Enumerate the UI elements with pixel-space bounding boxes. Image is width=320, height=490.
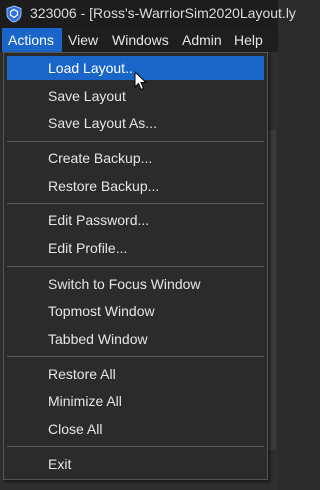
menu-item-edit-password[interactable]: Edit Password...: [7, 208, 264, 232]
menu-item-label: Create Backup...: [48, 150, 153, 166]
menu-separator: [7, 446, 264, 447]
menu-item-label: Minimize All: [48, 393, 122, 409]
menu-item-restore-backup[interactable]: Restore Backup...: [7, 174, 264, 198]
menu-item-close-all[interactable]: Close All: [7, 417, 264, 441]
menu-bar: Actions View Windows Admin Help: [0, 28, 278, 52]
menu-item-label: Save Layout: [48, 88, 126, 104]
menu-separator: [7, 203, 264, 204]
mouse-pointer-icon: [134, 71, 148, 91]
menu-item-label: Restore Backup...: [48, 178, 160, 194]
menu-item-label: Save Layout As...: [48, 115, 157, 131]
menu-actions[interactable]: Actions: [2, 28, 62, 52]
menu-admin[interactable]: Admin: [176, 28, 228, 52]
menu-separator: [7, 266, 264, 267]
menu-help[interactable]: Help: [228, 28, 269, 52]
menu-item-tabbed-window[interactable]: Tabbed Window: [7, 327, 264, 351]
title-bar[interactable]: 323006 - [Ross's-WarriorSim2020Layout.ly: [0, 0, 296, 28]
menu-item-label: Exit: [48, 456, 72, 472]
menu-item-edit-profile[interactable]: Edit Profile...: [7, 236, 264, 260]
menu-item-switch-to-focus-window[interactable]: Switch to Focus Window: [7, 272, 264, 296]
menu-item-minimize-all[interactable]: Minimize All: [7, 389, 264, 413]
menu-separator: [7, 141, 264, 142]
menu-item-create-backup[interactable]: Create Backup...: [7, 146, 264, 170]
menu-item-label: Edit Password...: [48, 212, 150, 228]
menu-item-label: Topmost Window: [48, 303, 155, 319]
menu-separator: [7, 356, 264, 357]
actions-dropdown-menu: Load Layout... Save Layout Save Layout A…: [3, 52, 268, 480]
app-shield-icon: [6, 5, 22, 23]
menu-item-label: Switch to Focus Window: [48, 276, 201, 292]
window-title: 323006 - [Ross's-WarriorSim2020Layout.ly: [30, 5, 296, 21]
menu-item-exit[interactable]: Exit: [7, 452, 264, 476]
menu-view[interactable]: View: [62, 28, 104, 52]
menu-item-topmost-window[interactable]: Topmost Window: [7, 299, 264, 323]
menu-windows[interactable]: Windows: [106, 28, 175, 52]
background-panel-edge: [268, 130, 276, 450]
menu-item-label: Edit Profile...: [48, 240, 128, 256]
menu-item-restore-all[interactable]: Restore All: [7, 362, 264, 386]
menu-item-save-layout-as[interactable]: Save Layout As...: [7, 111, 264, 135]
menu-item-label: Tabbed Window: [48, 331, 148, 347]
menu-item-label: Close All: [48, 421, 103, 437]
menu-item-label: Restore All: [48, 366, 116, 382]
menu-item-label: Load Layout...: [48, 60, 137, 76]
